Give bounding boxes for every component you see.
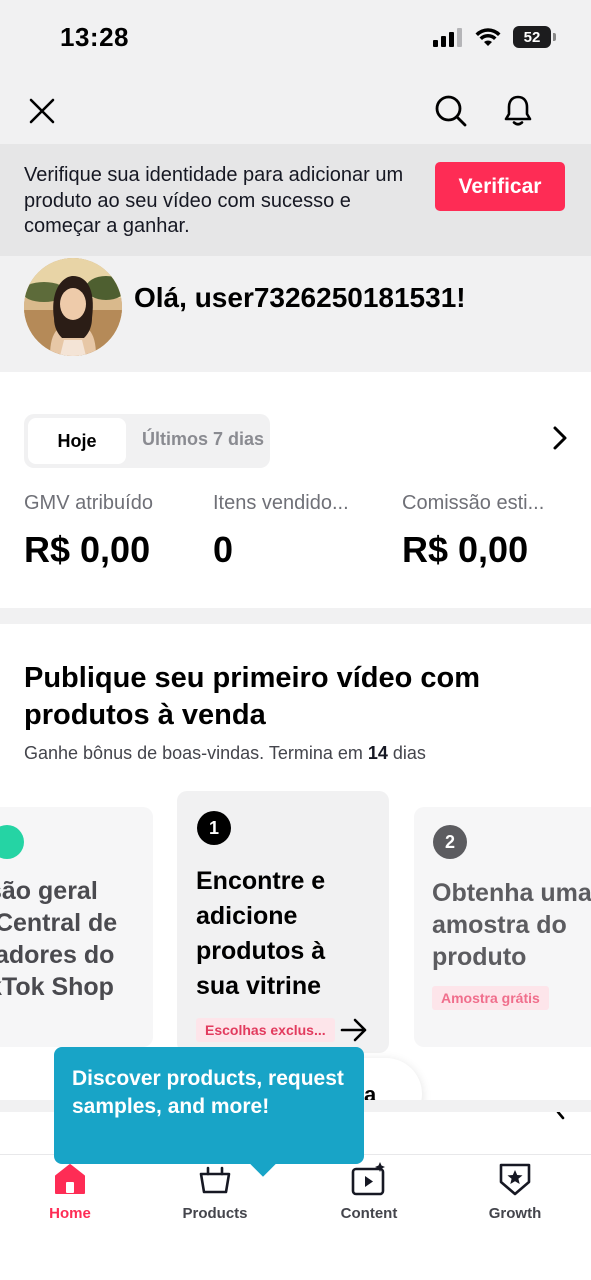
stat-gmv: GMV atribuído R$ 0,00 [24,492,199,571]
status-bar: 13:28 52 [0,0,591,78]
stat-label: GMV atribuído [24,492,153,514]
stat-value: R$ 0,00 [24,529,151,570]
tab-products[interactable]: Products [160,1161,270,1222]
stat-label: Comissão esti... [402,492,545,514]
video-star-icon [351,1161,387,1197]
arrow-right-icon[interactable] [340,1018,368,1042]
stat-value: 0 [213,529,234,570]
verify-identity-banner: Verifique sua identidade para adicionar … [0,144,591,256]
bell-icon [504,95,532,126]
first-video-task-section: Publique seu primeiro vídeo com produtos… [0,624,591,1104]
task-card-1[interactable]: 1 Encontre e adicione produtos à sua vit… [177,791,389,1053]
notifications-button[interactable] [495,88,541,134]
basket-icon [197,1161,233,1197]
task-card-tag: Escolhas exclus... [196,1018,335,1042]
home-icon [52,1161,88,1197]
close-button[interactable] [19,88,65,134]
tab-content[interactable]: Content [314,1161,424,1222]
subtitle-days: 14 [367,743,388,763]
wifi-icon [475,28,501,46]
task-card-0[interactable]: são geral Central de iadores do kTok Sho… [0,807,153,1047]
verify-button[interactable]: Verificar [435,162,565,211]
stat-value: R$ 0,00 [402,529,529,570]
subtitle-prefix: Ganhe bônus de boas-vindas. Termina em [24,743,368,763]
task-card-text: Encontre e adicione produtos à sua vitri… [196,867,326,1000]
profile-header: Olá, user7326250181531! [0,256,591,372]
stat-items-sold: Itens vendido... 0 [213,492,388,571]
chevron-right-icon[interactable] [554,1112,572,1126]
tab-growth[interactable]: Growth [460,1161,570,1222]
greeting: Olá, user7326250181531! [134,282,466,313]
search-button[interactable] [428,88,474,134]
section-divider [0,608,591,624]
battery-level: 52 [523,28,541,46]
task-section-subtitle: Ganhe bônus de boas-vindas. Termina em 1… [24,743,426,764]
tab-home[interactable]: Home [15,1161,125,1222]
check-badge-icon [0,825,24,859]
search-icon [435,95,467,127]
tab-label: Growth [488,1205,542,1222]
signal-icon [433,28,462,47]
avatar[interactable] [24,258,122,356]
task-card-text: são geral Central de iadores do kTok Sho… [0,877,118,1001]
period-7-days-tab[interactable]: Últimos 7 dias [142,429,264,450]
onboarding-tooltip[interactable]: Discover products, request samples, and … [54,1047,364,1177]
verify-banner-text: Verifique sua identidade para adicionar … [24,164,404,237]
stat-commission: Comissão esti... R$ 0,00 [402,492,577,571]
task-card-text: Obtenha uma amostra do produto [432,879,591,971]
task-section-title: Publique seu primeiro vídeo com produtos… [24,662,481,731]
period-segmented-control: Hoje Últimos 7 dias [24,414,270,468]
step-number-badge: 1 [197,811,231,845]
subtitle-suffix: dias [387,743,426,763]
stat-label: Itens vendido... [213,492,349,514]
period-today-tab[interactable]: Hoje [28,418,126,464]
step-number-badge: 2 [433,825,467,859]
status-icons: 52 [433,26,556,48]
tooltip-text: Discover products, request samples, and … [72,1067,344,1118]
status-time: 13:28 [60,22,129,52]
battery-icon: 52 [513,26,556,48]
task-card-2[interactable]: 2 Obtenha uma amostra do produto Amostra… [414,807,591,1047]
stats-card: Hoje Últimos 7 dias GMV atribuído R$ 0,0… [0,372,591,608]
chevron-right-icon[interactable] [546,424,574,452]
tab-label: Home [49,1205,91,1222]
tab-label: Products [182,1205,248,1222]
star-badge-icon [497,1161,533,1197]
close-icon [29,98,55,124]
task-card-tag: Amostra grátis [432,986,549,1010]
bottom-tab-bar: Home Products Content Growth [0,1154,591,1280]
top-nav [0,78,591,144]
tab-label: Content [340,1205,398,1222]
